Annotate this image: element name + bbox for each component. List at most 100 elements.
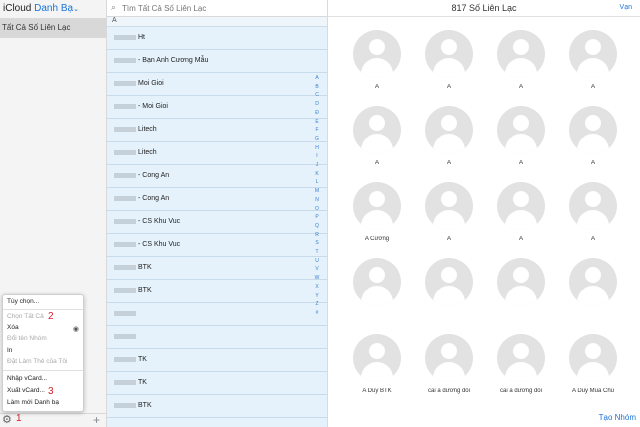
contact-card[interactable] — [418, 258, 480, 334]
alphabet-letter[interactable]: W — [313, 274, 321, 283]
alphabet-letter[interactable]: S — [313, 239, 321, 248]
alphabet-letter[interactable]: E — [313, 118, 321, 127]
alphabet-letter[interactable]: Y — [313, 292, 321, 301]
contact-card[interactable]: A — [418, 106, 480, 182]
contact-row[interactable]: BTK — [107, 395, 327, 418]
menu-item-rename-group: Đổi tên Nhóm — [7, 335, 47, 342]
redacted-name — [114, 103, 136, 109]
contact-row[interactable] — [107, 303, 327, 326]
redacted-name — [114, 34, 136, 40]
alphabet-letter[interactable]: I — [313, 152, 321, 161]
contact-card[interactable]: A — [562, 182, 624, 258]
view-button[interactable]: Vạn — [620, 4, 632, 11]
contact-card[interactable]: A Cương — [346, 182, 408, 258]
contact-row[interactable]: - CS Khu Vuc — [107, 234, 327, 257]
alphabet-letter[interactable]: M — [313, 187, 321, 196]
alphabet-letter[interactable]: F — [313, 126, 321, 135]
search-input[interactable] — [122, 2, 312, 14]
alphabet-letter[interactable]: R — [313, 231, 321, 240]
avatar-placeholder-icon — [425, 30, 473, 78]
alphabet-letter[interactable]: Đ — [313, 109, 321, 118]
contact-row[interactable]: - Bạn Anh Cương Mẫu — [107, 50, 327, 73]
redacted-name — [114, 356, 136, 362]
contact-card[interactable] — [490, 258, 552, 334]
contact-count-title: 817 Số Liên Lạc — [451, 3, 517, 13]
alphabet-letter[interactable]: Q — [313, 222, 321, 231]
contact-card[interactable] — [346, 258, 408, 334]
alphabet-letter[interactable]: Z — [313, 300, 321, 309]
alphabet-letter[interactable]: B — [313, 83, 321, 92]
contact-row[interactable]: - CS Khu Vuc — [107, 211, 327, 234]
new-group-button[interactable]: Tạo Nhóm — [599, 413, 636, 422]
contact-card[interactable]: A — [490, 106, 552, 182]
contact-row[interactable]: - Cong An — [107, 165, 327, 188]
chevron-down-icon[interactable]: ⌄ — [73, 6, 79, 13]
app-section-dropdown[interactable]: Danh Bạ — [34, 3, 73, 14]
alphabet-letter[interactable]: T — [313, 248, 321, 257]
menu-item-export-vcard[interactable]: Xuất vCard... — [7, 387, 45, 394]
redacted-name — [114, 149, 136, 155]
contact-card[interactable]: A Duy Mua Chu — [562, 334, 624, 410]
section-letter: A — [107, 17, 327, 27]
contact-card[interactable]: A — [418, 182, 480, 258]
contact-row[interactable]: BTK — [107, 257, 327, 280]
alphabet-letter[interactable]: O — [313, 205, 321, 214]
app-brand: iCloud — [3, 3, 32, 14]
contact-card[interactable]: A — [490, 30, 552, 106]
gear-icon[interactable]: ⚙ — [2, 415, 13, 426]
alphabet-letter[interactable]: V — [313, 265, 321, 274]
contact-card[interactable]: cai a dương đồi — [490, 334, 552, 410]
menu-item-preferences[interactable]: Tùy chọn... — [7, 298, 39, 305]
alphabet-letter[interactable]: K — [313, 170, 321, 179]
redacted-name — [114, 195, 136, 201]
avatar-placeholder-icon — [569, 30, 617, 78]
contact-card[interactable] — [562, 258, 624, 334]
contact-card[interactable]: A — [346, 106, 408, 182]
contact-row[interactable]: Ht — [107, 27, 327, 50]
redacted-name — [114, 379, 136, 385]
alphabet-index[interactable]: A B C D Đ E F G H I J K L M N O P Q R S T U V W X Y Z # — [313, 74, 321, 318]
alphabet-letter[interactable]: A — [313, 74, 321, 83]
contact-row[interactable]: - Moi Gioi — [107, 96, 327, 119]
alphabet-letter[interactable]: H — [313, 144, 321, 153]
avatar-placeholder-icon — [353, 258, 401, 306]
avatar-placeholder-icon — [425, 258, 473, 306]
avatar-placeholder-icon — [497, 106, 545, 154]
contact-row[interactable]: TK — [107, 372, 327, 395]
alphabet-letter[interactable]: L — [313, 178, 321, 187]
contact-card[interactable]: A — [490, 182, 552, 258]
annotation-1: 1 — [16, 413, 22, 424]
redacted-name — [114, 333, 136, 339]
group-all-contacts[interactable]: Tất Cả Số Liên Lạc — [0, 19, 106, 38]
contact-card[interactable]: A — [418, 30, 480, 106]
add-group-icon[interactable]: + — [93, 414, 100, 426]
menu-item-import-vcard[interactable]: Nhập vCard... — [7, 375, 47, 382]
alphabet-letter[interactable]: P — [313, 213, 321, 222]
alphabet-letter[interactable]: X — [313, 283, 321, 292]
contact-row[interactable]: TK — [107, 349, 327, 372]
contact-row-label: BTK — [138, 264, 152, 271]
alphabet-letter[interactable]: J — [313, 161, 321, 170]
contact-row[interactable]: Moi Gioi — [107, 73, 327, 96]
alphabet-letter[interactable]: U — [313, 257, 321, 266]
contact-row[interactable]: BTK — [107, 280, 327, 303]
contact-card-name: A Duy Mua Chu — [571, 388, 615, 394]
contact-card[interactable]: A Duy BTK — [346, 334, 408, 410]
avatar-placeholder-icon — [497, 334, 545, 382]
menu-item-refresh-contacts[interactable]: Làm mới Danh bạ — [7, 399, 59, 406]
contact-row[interactable]: - Cong An — [107, 188, 327, 211]
contact-row[interactable]: Litech — [107, 119, 327, 142]
contact-card[interactable]: A — [562, 30, 624, 106]
alphabet-letter[interactable]: # — [313, 309, 321, 318]
contact-row[interactable]: Litech — [107, 142, 327, 165]
alphabet-letter[interactable]: N — [313, 196, 321, 205]
alphabet-letter[interactable]: C — [313, 91, 321, 100]
contact-row[interactable] — [107, 326, 327, 349]
contact-card[interactable]: A — [346, 30, 408, 106]
menu-item-delete[interactable]: Xóa — [7, 324, 19, 331]
menu-item-print[interactable]: In — [7, 347, 12, 354]
contact-card[interactable]: A — [562, 106, 624, 182]
alphabet-letter[interactable]: D — [313, 100, 321, 109]
alphabet-letter[interactable]: G — [313, 135, 321, 144]
contact-card[interactable]: cai a dương đồi — [418, 334, 480, 410]
